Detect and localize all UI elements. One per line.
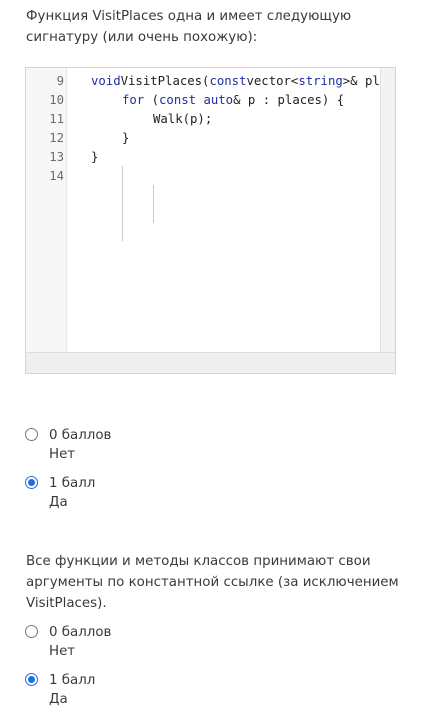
line-number: 9 xyxy=(56,74,64,88)
q2-option-0[interactable]: 0 баллов Нет xyxy=(25,623,325,663)
code-line: 10 for (const auto& p : places) { xyxy=(26,91,366,110)
code-text: for (const auto& p : places) { xyxy=(122,93,345,107)
q2-option-1[interactable]: 1 балл Да xyxy=(25,671,325,711)
line-number: 11 xyxy=(49,112,64,126)
code-text: } xyxy=(91,150,99,164)
q1-option-1[interactable]: 1 балл Да xyxy=(25,474,325,514)
question-2-prompt: Все функции и методы классов принимают с… xyxy=(26,554,399,611)
code-line: 9 voidVisitPlaces(constvector<string>& pl… xyxy=(26,72,395,91)
line-number: 13 xyxy=(49,150,64,164)
radio-button[interactable] xyxy=(25,625,38,638)
code-area[interactable]: 9 voidVisitPlaces(constvector<string>& pl… xyxy=(26,68,395,373)
option-score: 1 балл xyxy=(49,673,96,688)
code-text: Walk(p); xyxy=(153,112,213,126)
radio-button[interactable] xyxy=(25,428,38,441)
radio-button[interactable] xyxy=(25,673,38,686)
line-number: 12 xyxy=(49,131,64,145)
code-text: } xyxy=(122,131,130,145)
option-score: 0 баллов xyxy=(49,428,112,443)
q1-option-0[interactable]: 0 баллов Нет xyxy=(25,426,325,466)
option-score: 0 баллов xyxy=(49,625,112,640)
radio-button[interactable] xyxy=(25,476,38,489)
option-text: Нет xyxy=(49,447,76,462)
option-score: 1 балл xyxy=(49,476,96,491)
line-number: 14 xyxy=(49,169,64,183)
line-number: 10 xyxy=(49,93,64,107)
vertical-scrollbar[interactable] xyxy=(380,68,395,353)
question-1-prompt: Функция VisitPlaces одна и имеет следующ… xyxy=(26,9,352,45)
option-text: Да xyxy=(49,692,68,707)
code-text: voidVisitPlaces(constvector<string>& pla… xyxy=(91,74,395,88)
code-line: 14 xyxy=(26,167,366,186)
code-line: 11 Walk(p); xyxy=(26,110,366,129)
indent-guide xyxy=(153,185,154,223)
option-text: Да xyxy=(49,495,68,510)
code-line: 12} xyxy=(26,129,366,148)
code-editor[interactable]: 9 voidVisitPlaces(constvector<string>& pl… xyxy=(25,67,396,374)
horizontal-scrollbar[interactable] xyxy=(26,352,395,373)
code-line: 13} xyxy=(26,148,366,167)
option-text: Нет xyxy=(49,644,76,659)
